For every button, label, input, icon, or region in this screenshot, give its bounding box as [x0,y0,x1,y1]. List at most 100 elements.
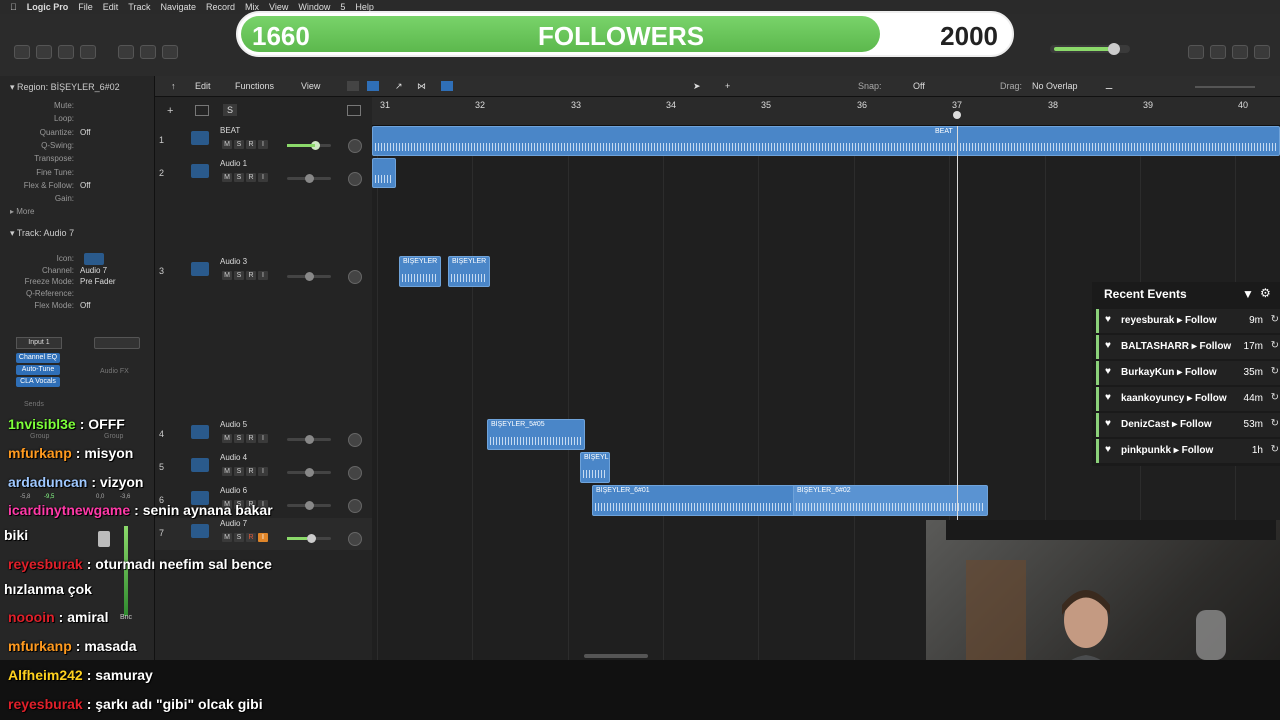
grid-view-icon[interactable] [347,81,359,91]
edit-menu[interactable]: Edit [195,81,211,91]
mute-button[interactable]: M [222,173,232,182]
region-param-row[interactable]: Mute: [0,101,150,113]
bounce-button[interactable]: Bnc [120,614,132,621]
browsers-button[interactable] [1254,45,1270,59]
solo-button[interactable]: S [234,140,244,149]
track-param-value[interactable]: Pre Fader [80,277,116,286]
track-header-2[interactable]: 2 Audio 1 MSRI [155,158,372,190]
solo-button[interactable]: S [234,173,244,182]
track-name[interactable]: Audio 5 [220,420,247,429]
pan-knob[interactable] [348,139,362,153]
record-enable-button[interactable]: R [246,434,256,443]
track-header-7[interactable]: 7 Audio 7 MSRI [155,518,372,550]
pointer-tool-icon[interactable]: ➤ [693,81,701,92]
pan-knob[interactable] [348,433,362,447]
sends-label[interactable]: Sends [24,401,44,408]
replay-icon[interactable]: ↻ [1271,444,1279,455]
region-audio-6-b[interactable]: BİŞEYLER_6#02 [793,485,988,516]
region-param-row[interactable]: Fine Tune: [0,168,150,180]
track-name[interactable]: Audio 6 [220,486,247,495]
menu-record[interactable]: Record [206,2,235,12]
track-param-row[interactable]: Freeze Mode: Pre Fader [0,277,150,289]
input-monitor-button[interactable]: I [258,140,268,149]
channel-fader[interactable] [98,531,110,547]
smart-controls-button[interactable] [118,45,134,59]
group-label-2[interactable]: Group [104,433,123,440]
track-name[interactable]: BEAT [220,126,240,135]
apple-icon[interactable]:  [10,2,17,12]
region-param-value[interactable]: Off [80,181,91,190]
bar-ruler[interactable]: 31 32 33 34 35 36 37 38 39 40 [372,97,1280,126]
pan-knob[interactable] [348,466,362,480]
plugin-slot-auto-tune[interactable]: Auto-Tune [16,365,60,375]
playhead-handle[interactable] [953,111,961,119]
horizontal-scrollbar[interactable] [584,654,648,658]
drag-value[interactable]: No Overlap [1032,81,1078,91]
track-name[interactable]: Audio 1 [220,159,247,168]
region-param-value[interactable]: Off [80,128,91,137]
region-audio-3-a[interactable]: BİŞEYLER [399,256,441,287]
replay-icon[interactable]: ↻ [1271,314,1279,325]
duplicate-track-button[interactable] [195,105,209,116]
track-param-row[interactable]: Flex Mode: Off [0,301,150,313]
filter-icon[interactable]: ▼ [1242,287,1254,301]
automation-icon[interactable]: ↗ [395,81,403,92]
mute-button[interactable]: M [222,271,232,280]
region-param-row[interactable]: Q-Swing: [0,141,150,153]
volume-fader[interactable] [287,141,331,150]
menu-edit[interactable]: Edit [103,2,119,12]
replay-icon[interactable]: ↻ [1271,340,1279,351]
volume-fader[interactable] [287,272,331,281]
track-header-4[interactable]: 4 Audio 5 MSRI [155,419,372,451]
record-enable-button[interactable]: R [246,533,256,542]
notepad-button[interactable] [1210,45,1226,59]
input-monitor-button[interactable]: I [258,173,268,182]
gear-icon[interactable]: ⚙ [1260,286,1271,300]
region-audio-3-b[interactable]: BİŞEYLER [448,256,490,287]
marquee-tool-icon[interactable]: + [725,81,730,91]
solo-button[interactable]: S [234,434,244,443]
input-monitor-button[interactable]: I [258,533,268,542]
volume-fader[interactable] [287,501,331,510]
pan-knob[interactable] [348,532,362,546]
track-param-row[interactable]: Channel: Audio 7 [0,266,150,278]
menu-navigate[interactable]: Navigate [160,2,196,12]
mute-button[interactable]: M [222,434,232,443]
flex-icon[interactable]: ⋈ [417,81,426,92]
volume-fader[interactable] [287,468,331,477]
region-beat[interactable]: BEAT [372,126,1280,156]
input-monitor-button[interactable]: I [258,434,268,443]
editors-button[interactable] [162,45,178,59]
mute-button[interactable]: M [222,140,232,149]
track-header-options-button[interactable] [347,105,361,116]
track-name[interactable]: Audio 4 [220,453,247,462]
catch-playhead-icon[interactable] [441,81,453,91]
back-arrow-icon[interactable]: ↑ [171,81,176,91]
region-param-row[interactable]: Loop: [0,114,150,126]
functions-menu[interactable]: Functions [235,81,274,91]
replay-icon[interactable]: ↻ [1271,418,1279,429]
track-param-value[interactable]: Off [80,301,91,310]
menu-app-name[interactable]: Logic Pro [27,2,69,12]
region-inspector-header[interactable]: ▾ Region: BİŞEYLER_6#02 [10,82,120,93]
track-header-5[interactable]: 5 Audio 4 MSRI [155,452,372,484]
track-param-value[interactable]: Audio 7 [80,266,107,275]
solo-button[interactable]: S [234,533,244,542]
disclosure-triangle-icon[interactable]: ▾ [10,82,15,92]
mute-button[interactable]: M [222,467,232,476]
group-label-1[interactable]: Group [30,433,49,440]
track-name[interactable]: Audio 7 [220,519,247,528]
region-param-row[interactable]: Flex & Follow: Off [0,181,150,193]
audio-fx-label[interactable]: Audio FX [100,368,129,375]
region-audio-4[interactable]: BİŞEYL [580,452,610,483]
menu-file[interactable]: File [78,2,93,12]
solo-button[interactable]: S [234,271,244,280]
input-monitor-button[interactable]: I [258,271,268,280]
volume-fader[interactable] [287,435,331,444]
snap-value[interactable]: Off [913,81,925,91]
help-button[interactable] [58,45,74,59]
inspector-button[interactable] [36,45,52,59]
track-inspector-header[interactable]: ▾ Track: Audio 7 [10,228,74,239]
replay-icon[interactable]: ↻ [1271,392,1279,403]
region-audio-1[interactable] [372,158,396,188]
